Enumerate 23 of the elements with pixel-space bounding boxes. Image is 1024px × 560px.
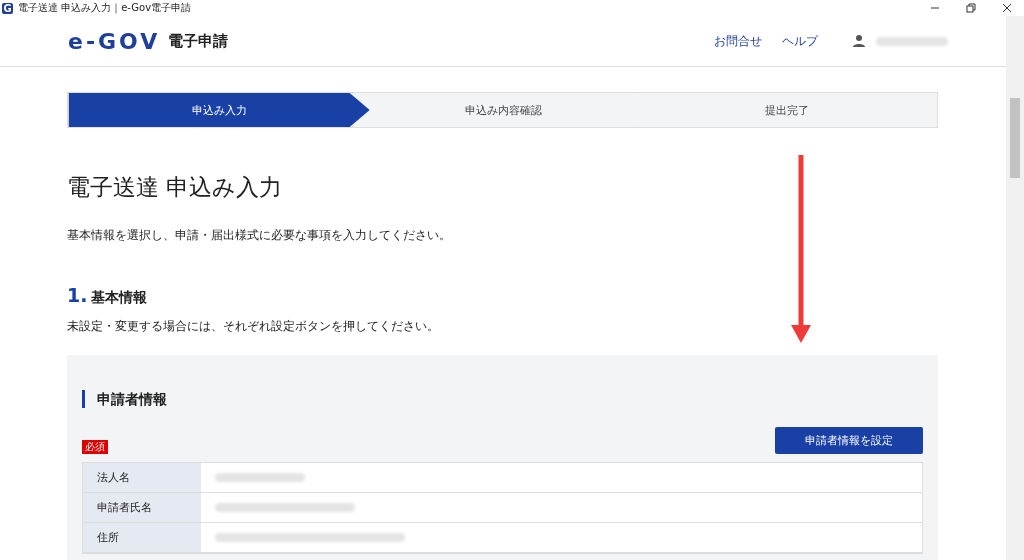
window-title: 電子送達 申込み入力｜e-Gov電子申請 bbox=[18, 1, 192, 15]
instruction-text: 未設定・変更する場合には、それぞれ設定ボタンを押してください。 bbox=[67, 318, 440, 335]
header-link[interactable]: ヘルプ bbox=[782, 32, 818, 50]
restore-icon[interactable] bbox=[966, 3, 976, 13]
description-text: 基本情報を選択し、申請・届出様式に必要な事項を入力してください。 bbox=[67, 227, 452, 244]
page-title: 電子送達 申込み入力 bbox=[67, 173, 284, 202]
section-number: 1. bbox=[67, 284, 88, 306]
row-label: 申請者氏名 bbox=[83, 493, 201, 522]
row-label: 住所 bbox=[83, 523, 201, 552]
progress-step: 申込み入力 bbox=[68, 93, 370, 127]
blurred-user-name bbox=[876, 36, 948, 46]
logo[interactable]: e-GOV bbox=[68, 28, 161, 54]
user-icon[interactable] bbox=[852, 34, 866, 48]
close-icon[interactable] bbox=[1002, 3, 1012, 13]
scrollbar[interactable] bbox=[1006, 16, 1024, 560]
service-name: 電子申請 bbox=[168, 31, 229, 51]
required-badge: 必須 bbox=[82, 440, 108, 454]
set-applicant-button[interactable]: 申請者情報を設定 bbox=[775, 427, 923, 454]
row-label: 法人名 bbox=[83, 463, 201, 492]
section-title: 基本情報 bbox=[91, 289, 148, 307]
app-icon: G bbox=[2, 2, 13, 14]
panel-heading: 申請者情報 bbox=[82, 390, 923, 408]
header-link[interactable]: お問合せ bbox=[714, 32, 762, 50]
